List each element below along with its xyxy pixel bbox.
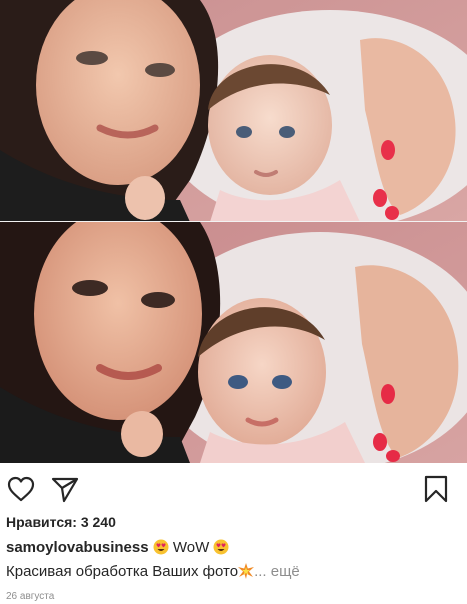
post-photo-after[interactable] xyxy=(0,222,467,463)
photo-after-image xyxy=(0,222,467,463)
post-username[interactable]: samoylovabusiness xyxy=(6,539,149,556)
heart-eyes-emoji-icon xyxy=(213,539,229,555)
post-date: 26 августа xyxy=(6,591,55,602)
post-photo-before[interactable] xyxy=(0,0,467,222)
bookmark-icon[interactable] xyxy=(421,474,451,504)
caption-text: WoW xyxy=(172,539,210,556)
caption-line: Красивая обработка Ваших фото ... ещё xyxy=(6,563,300,580)
more-link[interactable]: ... ещё xyxy=(254,563,300,580)
post-action-bar xyxy=(0,470,467,506)
sparkle-emoji-icon xyxy=(238,563,255,579)
caption-line: samoylovabusiness WoW xyxy=(6,539,229,556)
heart-eyes-emoji-icon xyxy=(153,539,169,555)
paper-plane-icon[interactable] xyxy=(50,474,80,504)
instagram-post: Нравится: 3 240 samoylovabusiness WoW Кр… xyxy=(0,0,467,604)
photo-before-image xyxy=(0,0,467,222)
likes-count[interactable]: Нравится: 3 240 xyxy=(6,514,116,530)
caption-text: Красивая обработка Ваших фото xyxy=(6,563,239,580)
heart-outline-icon[interactable] xyxy=(6,474,36,504)
